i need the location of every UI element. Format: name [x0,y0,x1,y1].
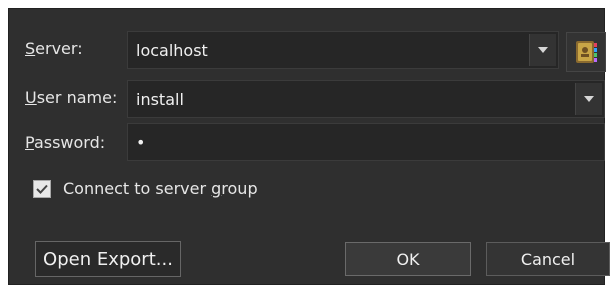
server-group-checkbox[interactable] [33,179,51,198]
username-label: User name: [25,88,118,107]
server-dropdown-button[interactable] [529,34,556,66]
open-export-button[interactable]: Open Export... [35,241,181,277]
server-value[interactable]: localhost [136,32,208,68]
server-label: Server: [25,39,83,58]
connect-dialog: Server: localhost User name: install Pas… [8,8,610,285]
checkmark-icon [36,184,48,194]
server-group-checkbox-row[interactable]: Connect to server group [33,179,258,198]
ok-button[interactable]: OK [345,242,471,276]
server-group-label[interactable]: Connect to server group [63,179,258,198]
username-value[interactable]: install [136,81,184,117]
password-label: Password: [25,133,106,152]
password-value[interactable]: • [136,124,145,160]
chevron-down-icon [538,47,548,53]
address-book-icon [576,41,597,63]
server-combobox[interactable]: localhost [127,31,559,69]
password-field[interactable]: • [127,123,605,161]
username-combobox[interactable]: install [127,80,605,118]
username-dropdown-button[interactable] [575,83,602,115]
address-book-button[interactable] [566,32,606,72]
chevron-down-icon [584,96,594,102]
cancel-button[interactable]: Cancel [486,242,610,276]
